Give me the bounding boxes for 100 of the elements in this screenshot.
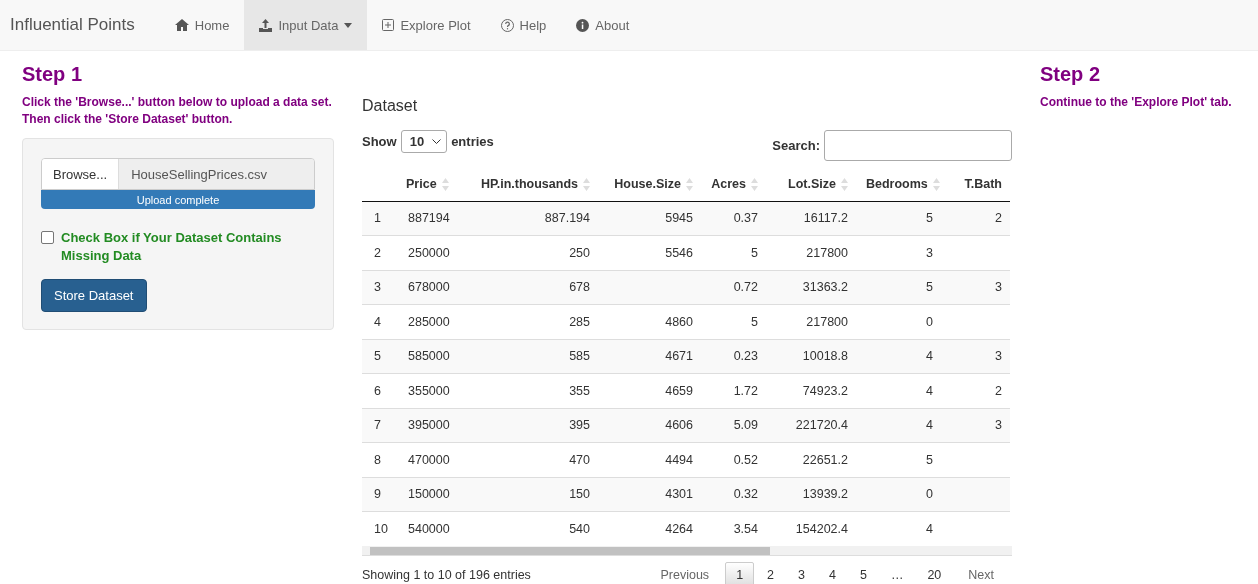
table-cell: 585 xyxy=(461,339,598,374)
table-cell: 585000 xyxy=(396,339,461,374)
table-cell: 217800 xyxy=(766,235,856,270)
nav-tab[interactable]: Input Data xyxy=(244,0,368,50)
table-cell: 355000 xyxy=(396,373,461,408)
pagination-link[interactable]: Next xyxy=(954,562,1008,584)
row-number: 5 xyxy=(362,339,396,374)
table-cell: 3 xyxy=(941,339,1010,374)
table-cell: 285 xyxy=(461,304,598,339)
page-button[interactable]: 5 xyxy=(848,562,878,584)
table-cell: 3 xyxy=(941,270,1010,305)
column-header[interactable]: House.Size xyxy=(598,167,701,201)
row-number: 6 xyxy=(362,373,396,408)
nav-tab[interactable]: Home xyxy=(159,0,245,50)
nav-tab[interactable]: Help xyxy=(485,0,562,50)
checkbox[interactable] xyxy=(41,231,54,244)
table-cell: 0.23 xyxy=(701,339,766,374)
table-cell: 22651.2 xyxy=(766,442,856,477)
sort-icon[interactable] xyxy=(841,177,848,191)
store-dataset-button[interactable]: Store Dataset xyxy=(41,279,147,312)
table-cell: 4 xyxy=(856,373,941,408)
checkbox-label[interactable]: Check Box if Your Dataset Contains Missing Data xyxy=(61,229,315,265)
step-title: Step 1 xyxy=(22,63,84,86)
table-cell: 0.32 xyxy=(701,477,766,512)
entries-select[interactable]: 10 xyxy=(400,130,448,153)
page-button[interactable]: 4 xyxy=(818,562,847,584)
sort-icon[interactable] xyxy=(583,177,590,191)
table-cell: 5 xyxy=(856,442,941,477)
table-cell: 5546 xyxy=(598,235,701,270)
row-number: 4 xyxy=(362,304,396,339)
table-cell: 5945 xyxy=(598,201,701,236)
table-cell: 0 xyxy=(856,477,941,512)
table-cell: 395 xyxy=(461,408,598,443)
table-cell: 0.72 xyxy=(701,270,766,305)
row-number: 2 xyxy=(362,235,396,270)
row-number: 7 xyxy=(362,408,396,443)
table-cell: 4494 xyxy=(598,442,701,477)
table-cell: 355 xyxy=(461,373,598,408)
table-cell: 31363.2 xyxy=(766,270,856,305)
show-label: Show xyxy=(362,134,397,149)
table-cell: 5 xyxy=(856,201,941,236)
table-cell: 4 xyxy=(856,339,941,374)
app-brand[interactable]: Influential Points xyxy=(0,0,160,50)
caret-icon xyxy=(344,22,353,28)
column-header[interactable]: Price xyxy=(396,167,461,201)
table-info: Showing 1 to 10 of 196 entries xyxy=(362,568,531,582)
table-cell: 0.37 xyxy=(701,201,766,236)
table-cell: 0.52 xyxy=(701,442,766,477)
plus-square-icon xyxy=(382,19,395,31)
column-header[interactable]: Bedrooms xyxy=(856,167,941,201)
search-label: Search: xyxy=(772,138,820,153)
nav-tab[interactable]: Explore Plot xyxy=(367,0,486,50)
search-field[interactable] xyxy=(824,130,1012,161)
column-header[interactable]: HP.in.thousands xyxy=(461,167,598,201)
instructions-text: Continue to the 'Explore Plot' tab. xyxy=(1040,94,1232,111)
sort-icon[interactable] xyxy=(932,177,940,191)
table-cell: 10018.8 xyxy=(766,339,856,374)
info-icon xyxy=(576,18,590,32)
sort-icon[interactable] xyxy=(686,177,693,191)
pagination-link[interactable]: Previous xyxy=(646,562,724,584)
sort-icon[interactable] xyxy=(441,177,449,191)
table-cell: 678000 xyxy=(396,270,461,305)
dataset-title: Dataset xyxy=(362,97,419,115)
page-button[interactable]: 2 xyxy=(756,562,786,584)
table-cell: 150000 xyxy=(396,477,461,512)
table-cell: 3 xyxy=(856,235,941,270)
table-cell: 0 xyxy=(856,304,941,339)
table-cell: 2 xyxy=(941,201,1010,236)
instructions-text: Click the 'Browse...' button below to upload a data set. Then click the 'Store Dataset' button. xyxy=(22,94,333,128)
table-cell: 395000 xyxy=(396,408,461,443)
help-icon xyxy=(500,18,514,32)
page-button[interactable]: 3 xyxy=(787,562,816,584)
table-cell: 285000 xyxy=(396,304,461,339)
table-cell: 4 xyxy=(856,408,941,443)
page-button[interactable]: 1 xyxy=(725,562,755,584)
table-cell: 2 xyxy=(941,373,1010,408)
column-header[interactable]: Lot.Size xyxy=(766,167,856,201)
entries-label: entries xyxy=(451,134,494,149)
ellipsis-text: … xyxy=(889,567,905,584)
step-title: Step 2 xyxy=(1040,63,1102,86)
table-cell: 250000 xyxy=(396,235,461,270)
nav-tab[interactable]: About xyxy=(561,0,645,50)
horizontal-scrollbar[interactable] xyxy=(362,546,1012,556)
home-icon xyxy=(174,19,189,31)
table-cell: 150 xyxy=(461,477,598,512)
sort-icon[interactable] xyxy=(751,177,758,191)
table-cell: 5 xyxy=(856,270,941,305)
row-number: 3 xyxy=(362,270,396,305)
column-header[interactable]: Acres xyxy=(701,167,766,201)
upload-icon xyxy=(259,18,273,32)
table-cell: 887194 xyxy=(396,201,461,236)
table-cell: 4671 xyxy=(598,339,701,374)
column-header[interactable]: T.Bath xyxy=(941,167,1010,201)
table-cell: 4860 xyxy=(598,304,701,339)
table-cell: 5.09 xyxy=(701,408,766,443)
page-button[interactable]: 20 xyxy=(916,562,953,584)
table-cell: 221720.4 xyxy=(766,408,856,443)
table-cell: 4301 xyxy=(598,477,701,512)
chevron-down-icon xyxy=(432,138,442,145)
table-cell: 5 xyxy=(701,304,766,339)
